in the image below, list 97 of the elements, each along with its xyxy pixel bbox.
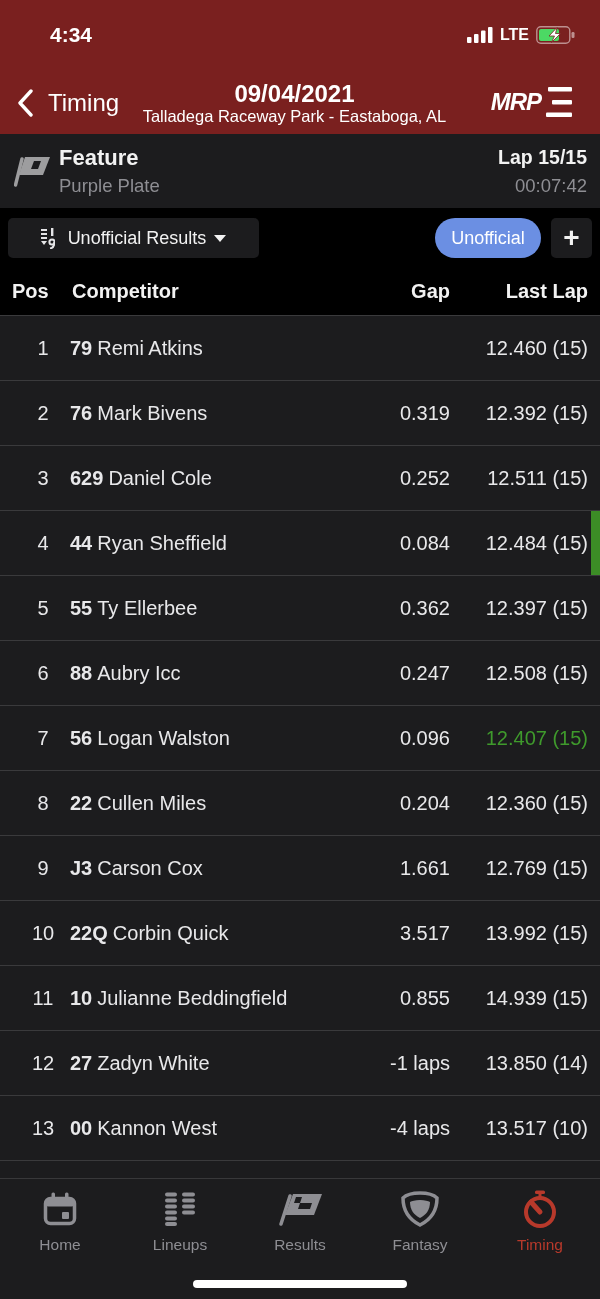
position-cell: 11 [32,986,54,1010]
driver-name: Cullen Miles [97,791,207,815]
car-number: 10 [70,986,93,1010]
driver-name: Ryan Sheffield [97,531,227,555]
tab-button[interactable]: Home [0,1179,120,1263]
signal-icon [466,27,494,43]
car-number: 56 [70,726,93,750]
tab-button[interactable]: Lineups [120,1179,240,1263]
car-number: J3 [70,856,93,880]
lap-time-cell: 14.939 (15) [485,986,588,1010]
stopwatch-icon [522,1190,558,1228]
lap-time-cell: 12.508 (15) [485,661,588,685]
shield-icon [401,1191,439,1227]
position-cell: 9 [37,856,49,880]
driver-name: Aubry Icc [97,661,181,685]
chevron-left-icon [17,89,33,117]
gap-cell: 0.362 [399,596,450,620]
position-cell: 4 [37,531,49,555]
list-icon [165,1192,195,1226]
driver-name: Zadyn White [97,1051,210,1075]
gap-cell: 0.247 [399,661,450,685]
driver-name: Julianne Beddingfield [97,986,288,1010]
lap-time-cell: 12.397 (15) [485,596,588,620]
driver-name: Remi Atkins [97,336,203,360]
flag-icon [14,155,50,187]
track-name: Talladega Raceway Park - Eastaboga, AL [142,107,447,126]
sort-icon [40,227,55,249]
gap-cell: -4 laps [389,1116,450,1140]
car-number: 27 [70,1051,93,1075]
position-cell: 7 [37,726,49,750]
status-pill-button[interactable]: Unofficial [435,218,541,258]
column-header: Gap [411,280,450,303]
column-header: Competitor [72,280,179,303]
back-button[interactable]: Timing [17,89,120,117]
gap-cell: 0.204 [399,791,450,815]
car-number: 88 [70,661,93,685]
elapsed-time: 00:07:42 [514,174,587,197]
lap-time-cell: 12.392 (15) [485,401,588,425]
tab-button[interactable]: Results [240,1179,360,1263]
lap-time-cell: 12.360 (15) [485,791,588,815]
position-cell: 13 [31,1116,55,1140]
car-number: 79 [70,336,93,360]
gap-cell: 0.855 [399,986,450,1010]
driver-name: Corbin Quick [112,921,229,945]
lap-time-cell: 13.517 (10) [485,1116,588,1140]
position-cell: 6 [37,661,49,685]
position-cell: 8 [37,791,49,815]
driver-name: Mark Bivens [97,401,208,425]
driver-name: Kannon West [97,1116,217,1140]
brand-logo: MRP [490,87,572,117]
event-date: 09/04/2021 [233,80,356,107]
lap-time-cell: 12.769 (15) [485,856,588,880]
car-number: 76 [70,401,93,425]
driver-name: Ty Ellerbee [97,596,198,620]
lap-time-cell: 12.407 (15) [485,726,588,750]
gap-cell: 0.084 [399,531,450,555]
caret-down-icon [214,234,227,242]
column-header: Pos [12,280,49,303]
car-number: 00 [70,1116,93,1140]
driver-name: Logan Walston [97,726,230,750]
gap-cell: 0.319 [399,401,450,425]
position-cell: 10 [31,921,55,945]
lap-count: Lap 15/15 [498,145,587,169]
lap-time-cell: 12.511 (15) [487,466,588,490]
tab-button[interactable]: Fantasy [360,1179,480,1263]
lap-time-cell: 13.850 (14) [485,1051,588,1075]
position-cell: 2 [37,401,49,425]
results-dropdown[interactable]: Unofficial Results [8,218,259,258]
race-name: Feature [59,145,140,170]
car-number: 22Q [70,921,108,945]
gap-cell: 0.252 [399,466,450,490]
position-cell: 12 [31,1051,55,1075]
gap-cell: 1.661 [399,856,450,880]
network-type: LTE [499,26,529,44]
calendar-icon [43,1192,77,1226]
position-cell: 5 [37,596,49,620]
lap-time-cell: 12.484 (15) [485,531,588,555]
gap-cell: 0.096 [399,726,450,750]
battery-charging-icon [536,26,575,44]
position-cell: 1 [37,336,49,360]
car-number: 629 [70,466,104,490]
tab-button[interactable]: Timing [480,1179,600,1263]
column-header: Last Lap [505,280,588,303]
car-number: 22 [70,791,93,815]
car-number: 55 [70,596,93,620]
gap-cell: 3.517 [399,921,450,945]
driver-name: Carson Cox [97,856,203,880]
clock-time: 4:34 [50,23,93,47]
lap-time-cell: 13.992 (15) [485,921,588,945]
checkered-flag-icon [278,1192,322,1226]
add-button[interactable]: + [551,218,592,258]
race-class: Purple Plate [59,175,160,197]
gap-cell: -1 laps [389,1051,450,1075]
driver-name: Daniel Cole [108,466,212,490]
car-number: 44 [70,531,93,555]
lap-time-cell: 12.460 (15) [485,336,588,360]
position-cell: 3 [37,466,49,490]
